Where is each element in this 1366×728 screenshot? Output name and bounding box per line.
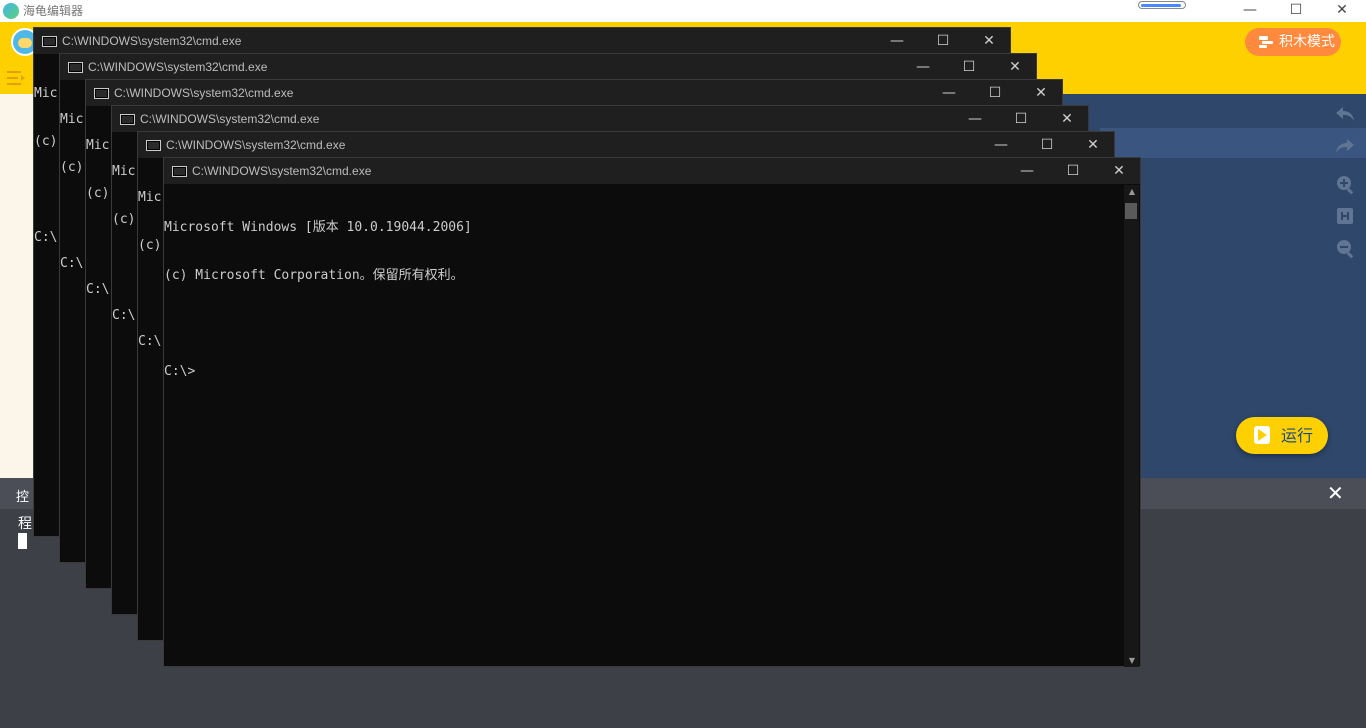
cmd-minimize-button[interactable]: — <box>952 106 998 132</box>
cmd-close-button[interactable]: ✕ <box>1044 106 1090 132</box>
cmd-icon <box>68 62 83 73</box>
cmd-minimize-button[interactable]: — <box>900 54 946 80</box>
scroll-thumb[interactable] <box>1125 203 1137 219</box>
cmd-minimize-button[interactable]: — <box>1004 158 1050 184</box>
redo-icon[interactable] <box>1334 135 1356 157</box>
cmd-maximize-button[interactable]: ☐ <box>1024 132 1070 158</box>
cmd-title: C:\WINDOWS\system32\cmd.exe <box>140 112 320 126</box>
cmd-close-button[interactable]: ✕ <box>1018 80 1064 106</box>
cmd-close-button[interactable]: ✕ <box>1096 158 1142 184</box>
zoom-in-icon[interactable] <box>1334 173 1356 195</box>
cmd-icon <box>120 114 135 125</box>
cmd-title: C:\WINDOWS\system32\cmd.exe <box>114 86 294 100</box>
cmd-titlebar[interactable]: C:\WINDOWS\system32\cmd.exe — ☐ ✕ <box>86 80 1062 106</box>
console-cursor <box>18 533 27 549</box>
cmd-titlebar[interactable]: C:\WINDOWS\system32\cmd.exe — ☐ ✕ <box>164 158 1140 184</box>
cmd-icon <box>94 88 109 99</box>
cmd-line: (c) Microsoft Corporation。保留所有权利。 <box>164 268 464 283</box>
cmd-icon <box>172 166 187 177</box>
cmd-minimize-button[interactable]: — <box>926 80 972 106</box>
cmd-titlebar[interactable]: C:\WINDOWS\system32\cmd.exe — ☐ ✕ <box>112 106 1088 132</box>
menu-icon[interactable] <box>7 70 25 86</box>
console-close-button[interactable]: ✕ <box>1327 482 1344 504</box>
cmd-minimize-button[interactable]: — <box>874 28 920 54</box>
cmd-close-button[interactable]: ✕ <box>1070 132 1116 158</box>
app-maximize-button[interactable]: ☐ <box>1272 0 1320 22</box>
play-icon <box>1254 426 1270 444</box>
app-close-button[interactable]: ✕ <box>1318 0 1366 22</box>
cmd-maximize-button[interactable]: ☐ <box>1050 158 1096 184</box>
app-logo-icon <box>3 3 19 19</box>
cmd-scrollbar[interactable]: ▲ ▼ <box>1124 185 1139 667</box>
cmd-maximize-button[interactable]: ☐ <box>920 28 966 54</box>
cmd-maximize-button[interactable]: ☐ <box>998 106 1044 132</box>
run-button[interactable]: 运行 <box>1236 417 1328 454</box>
cmd-maximize-button[interactable]: ☐ <box>972 80 1018 106</box>
left-sidebar <box>0 94 35 478</box>
cmd-close-button[interactable]: ✕ <box>992 54 1038 80</box>
blocks-icon <box>1259 36 1273 48</box>
cmd-title: C:\WINDOWS\system32\cmd.exe <box>62 34 242 48</box>
fit-icon[interactable] <box>1334 205 1356 227</box>
cmd-output[interactable]: Microsoft Windows [版本 10.0.19044.2006] (… <box>164 188 472 412</box>
cmd-close-button[interactable]: ✕ <box>966 28 1012 54</box>
cmd-line <box>164 316 472 332</box>
cmd-line: C:\> <box>164 364 196 379</box>
scroll-down-arrow-icon[interactable]: ▼ <box>1129 656 1135 665</box>
app-minimize-button[interactable]: — <box>1226 0 1274 22</box>
undo-icon[interactable] <box>1334 103 1356 125</box>
cmd-maximize-button[interactable]: ☐ <box>946 54 992 80</box>
progress-fill <box>1141 4 1181 7</box>
cmd-window-active[interactable]: C:\WINDOWS\system32\cmd.exe — ☐ ✕ Micros… <box>163 157 1141 667</box>
current-line-highlight <box>1100 128 1366 158</box>
avatar-face-icon <box>18 38 32 48</box>
cmd-titlebar[interactable]: C:\WINDOWS\system32\cmd.exe — ☐ ✕ <box>60 54 1036 80</box>
cmd-title: C:\WINDOWS\system32\cmd.exe <box>88 60 268 74</box>
scroll-up-arrow-icon[interactable]: ▲ <box>1129 187 1135 196</box>
cmd-icon <box>42 36 57 47</box>
cmd-icon <box>146 140 161 151</box>
console-title: 控 <box>16 490 30 505</box>
cmd-titlebar[interactable]: C:\WINDOWS\system32\cmd.exe — ☐ ✕ <box>34 28 1010 54</box>
app-title: 海龟编辑器 <box>23 4 84 18</box>
cmd-title: C:\WINDOWS\system32\cmd.exe <box>166 138 346 152</box>
zoom-out-icon[interactable] <box>1334 237 1356 259</box>
cmd-title: C:\WINDOWS\system32\cmd.exe <box>192 164 372 178</box>
cmd-minimize-button[interactable]: — <box>978 132 1024 158</box>
cmd-titlebar[interactable]: C:\WINDOWS\system32\cmd.exe — ☐ ✕ <box>138 132 1114 158</box>
console-output-line: 程 <box>18 516 32 532</box>
cmd-line: Microsoft Windows [版本 10.0.19044.2006] <box>164 220 472 235</box>
